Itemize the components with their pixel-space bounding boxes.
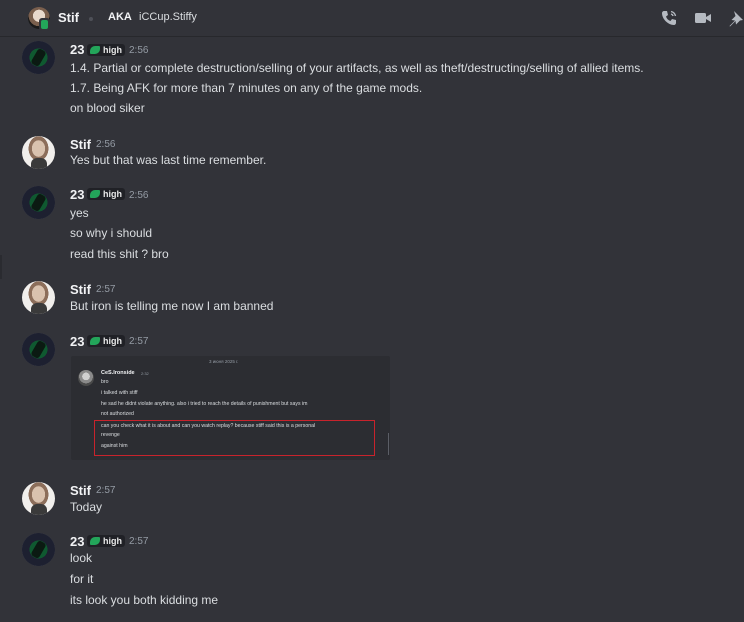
attachment-timestamp: 2:32 xyxy=(141,371,149,376)
image-attachment[interactable]: 3 июня 2025 г. CeS.Ironside 2:32 bro i t… xyxy=(71,356,390,460)
message-text: 1.7. Being AFK for more than 7 minutes o… xyxy=(70,81,423,95)
avatar[interactable] xyxy=(22,533,55,566)
avatar[interactable] xyxy=(22,136,55,169)
badge-label: high xyxy=(103,45,122,55)
message-text: read this shit ? bro xyxy=(70,247,169,261)
attachment-date-divider: 3 июня 2025 г. xyxy=(209,359,239,364)
message-timestamp: 2:57 xyxy=(96,485,116,496)
message-text: for it xyxy=(70,572,94,586)
message-text: so why i should xyxy=(70,226,153,240)
highlight-box xyxy=(94,420,375,456)
message-author[interactable]: 23 xyxy=(70,534,84,549)
video-call-icon[interactable] xyxy=(694,9,712,27)
message-text: look xyxy=(70,551,93,565)
avatar[interactable] xyxy=(22,281,55,314)
message-text: Today xyxy=(70,500,103,514)
message-timestamp: 2:56 xyxy=(96,139,116,150)
aka-label: AKA xyxy=(108,11,132,23)
pin-icon[interactable] xyxy=(727,9,744,27)
message-timestamp: 2:57 xyxy=(129,536,149,547)
role-badge[interactable]: high xyxy=(87,188,125,200)
attachment-scrollbar xyxy=(388,433,389,455)
message-timestamp: 2:57 xyxy=(129,336,149,347)
attachment-author: CeS.Ironside xyxy=(101,370,135,376)
message-text: yes xyxy=(70,206,89,220)
attachment-text: i talked with stiff xyxy=(101,390,138,396)
attachment-avatar xyxy=(78,370,94,386)
message-author[interactable]: Stif xyxy=(70,483,91,498)
message-timestamp: 2:56 xyxy=(129,190,149,201)
message-text: 1.4. Partial or complete destruction/sel… xyxy=(70,61,644,75)
message-author[interactable]: 23 xyxy=(70,187,84,202)
scroll-edge xyxy=(0,255,2,279)
attachment-text: not authorized xyxy=(101,411,134,417)
role-badge[interactable]: high xyxy=(87,535,125,547)
mobile-online-status-icon xyxy=(39,18,50,31)
attachment-text: bro xyxy=(101,379,109,385)
separator-dot xyxy=(89,17,93,21)
role-badge[interactable]: high xyxy=(87,44,125,56)
badge-label: high xyxy=(103,336,122,346)
message-text: its look you both kidding me xyxy=(70,593,219,607)
avatar[interactable] xyxy=(22,186,55,219)
phone-call-icon[interactable] xyxy=(660,9,678,27)
badge-label: high xyxy=(103,189,122,199)
header-username[interactable]: Stif xyxy=(58,10,79,25)
avatar[interactable] xyxy=(22,482,55,515)
leaf-icon xyxy=(90,46,100,54)
attachment-text: he sad he didnt violate anything. also i… xyxy=(101,401,308,407)
message-text: But iron is telling me now I am banned xyxy=(70,299,274,313)
leaf-icon xyxy=(90,190,100,198)
message-author[interactable]: 23 xyxy=(70,334,84,349)
message-timestamp: 2:56 xyxy=(129,45,149,56)
avatar[interactable] xyxy=(22,41,55,74)
dm-header: Stif AKA iCCup.Stiffy xyxy=(0,0,744,37)
message-author[interactable]: 23 xyxy=(70,42,84,57)
message-text: Yes but that was last time remember. xyxy=(70,153,267,167)
leaf-icon xyxy=(90,337,100,345)
badge-label: high xyxy=(103,536,122,546)
message-timestamp: 2:57 xyxy=(96,284,116,295)
role-badge[interactable]: high xyxy=(87,335,125,347)
message-text: on blood siker xyxy=(70,101,145,115)
header-alias: iCCup.Stiffy xyxy=(139,11,197,23)
avatar[interactable] xyxy=(22,333,55,366)
message-author[interactable]: Stif xyxy=(70,282,91,297)
leaf-icon xyxy=(90,537,100,545)
message-author[interactable]: Stif xyxy=(70,137,91,152)
